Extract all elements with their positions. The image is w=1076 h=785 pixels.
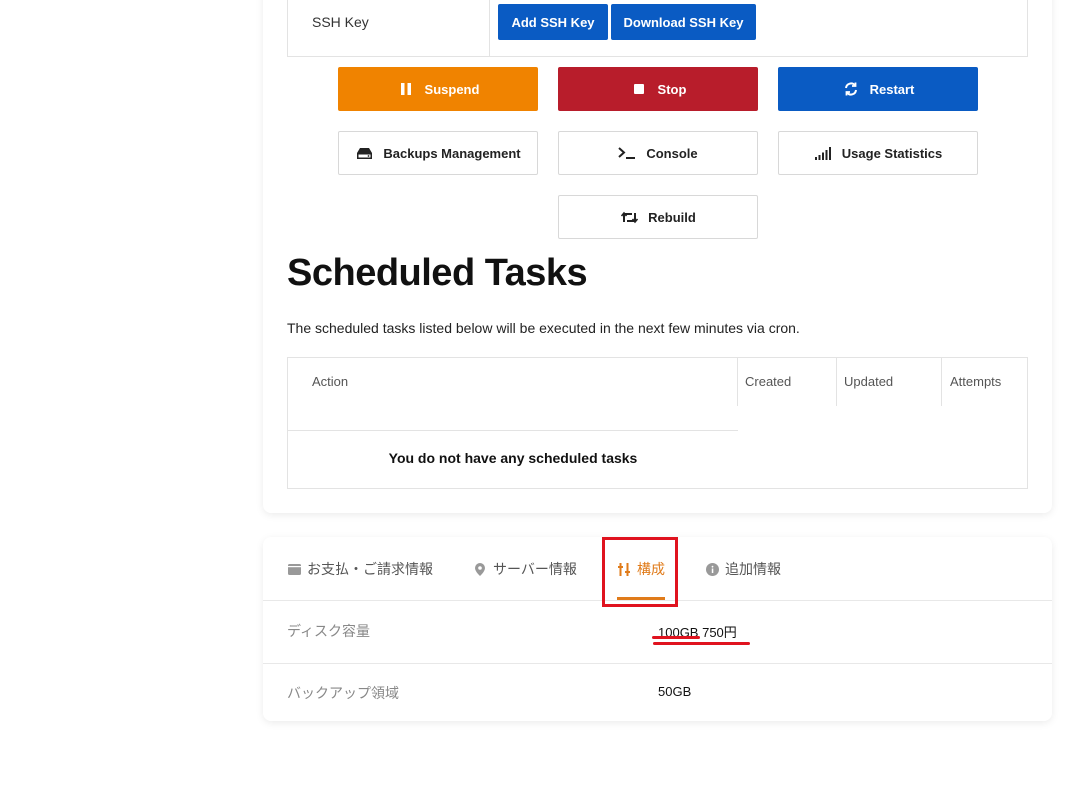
rebuild-button[interactable]: Rebuild [558, 195, 758, 239]
server-actions-card: SSH Key Add SSH Key Download SSH Key Sus… [263, 0, 1052, 513]
spec-row-disk: ディスク容量 100GB 750円 [263, 602, 1052, 663]
tab-additional-info[interactable]: 追加情報 [705, 537, 781, 601]
restart-label: Restart [869, 81, 915, 97]
wallet-icon [287, 562, 301, 576]
scheduled-tasks-description: The scheduled tasks listed below will be… [287, 320, 800, 336]
usage-statistics-button[interactable]: Usage Statistics [778, 131, 978, 175]
spec-label: ディスク容量 [287, 623, 371, 639]
spec-row-backup: バックアップ領域 50GB [263, 663, 1052, 724]
tab-server-info[interactable]: サーバー情報 [473, 537, 577, 601]
map-pin-icon [473, 562, 487, 576]
plan-info-card: お支払・ご請求情報 サーバー情報 構成 追加情報 ディスク容量 100GB 75… [263, 537, 1052, 721]
ssh-key-row: SSH Key Add SSH Key Download SSH Key [287, 0, 1028, 57]
annotation-underline [653, 642, 750, 645]
annotation-underline [652, 636, 700, 639]
signal-bars-icon [814, 144, 832, 162]
column-header-attempts[interactable]: Attempts [950, 374, 1001, 389]
stop-icon [630, 80, 648, 98]
backups-label: Backups Management [383, 145, 521, 161]
scheduled-tasks-title: Scheduled Tasks [287, 252, 588, 294]
console-button[interactable]: Console [558, 131, 758, 175]
backups-management-button[interactable]: Backups Management [338, 131, 538, 175]
refresh-icon [842, 80, 860, 98]
spec-value: 50GB [658, 684, 692, 699]
column-separator [941, 358, 942, 406]
rebuild-label: Rebuild [648, 209, 696, 225]
column-header-action[interactable]: Action [312, 374, 348, 389]
tab-billing[interactable]: お支払・ご請求情報 [287, 537, 433, 601]
annotation-highlight-box [602, 537, 678, 607]
usage-label: Usage Statistics [841, 145, 943, 161]
retweet-icon [620, 208, 638, 226]
suspend-label: Suspend [424, 81, 480, 97]
ssh-key-label: SSH Key [312, 14, 369, 30]
scheduled-tasks-table: Action Created Updated Attempts You do n… [287, 357, 1028, 489]
column-separator [836, 358, 837, 406]
download-ssh-key-button[interactable]: Download SSH Key [611, 4, 756, 40]
pause-icon [397, 80, 415, 98]
info-tabs: お支払・ご請求情報 サーバー情報 構成 追加情報 [263, 537, 1052, 607]
hard-drive-icon [355, 144, 373, 162]
suspend-button[interactable]: Suspend [338, 67, 538, 111]
ssh-divider [489, 0, 490, 56]
spec-label: バックアップ領域 [287, 685, 399, 701]
table-row-divider [288, 430, 738, 431]
tab-label: 追加情報 [725, 561, 781, 577]
tab-label: お支払・ご請求情報 [307, 561, 433, 577]
restart-button[interactable]: Restart [778, 67, 978, 111]
info-icon [705, 562, 719, 576]
stop-label: Stop [657, 81, 687, 97]
empty-state-message: You do not have any scheduled tasks [388, 450, 638, 466]
stop-button[interactable]: Stop [558, 67, 758, 111]
column-header-created[interactable]: Created [745, 374, 791, 389]
column-header-updated[interactable]: Updated [844, 374, 893, 389]
terminal-icon [618, 144, 636, 162]
console-label: Console [646, 145, 698, 161]
add-ssh-key-button[interactable]: Add SSH Key [498, 4, 608, 40]
column-separator [737, 358, 738, 406]
tab-label: サーバー情報 [493, 561, 577, 577]
